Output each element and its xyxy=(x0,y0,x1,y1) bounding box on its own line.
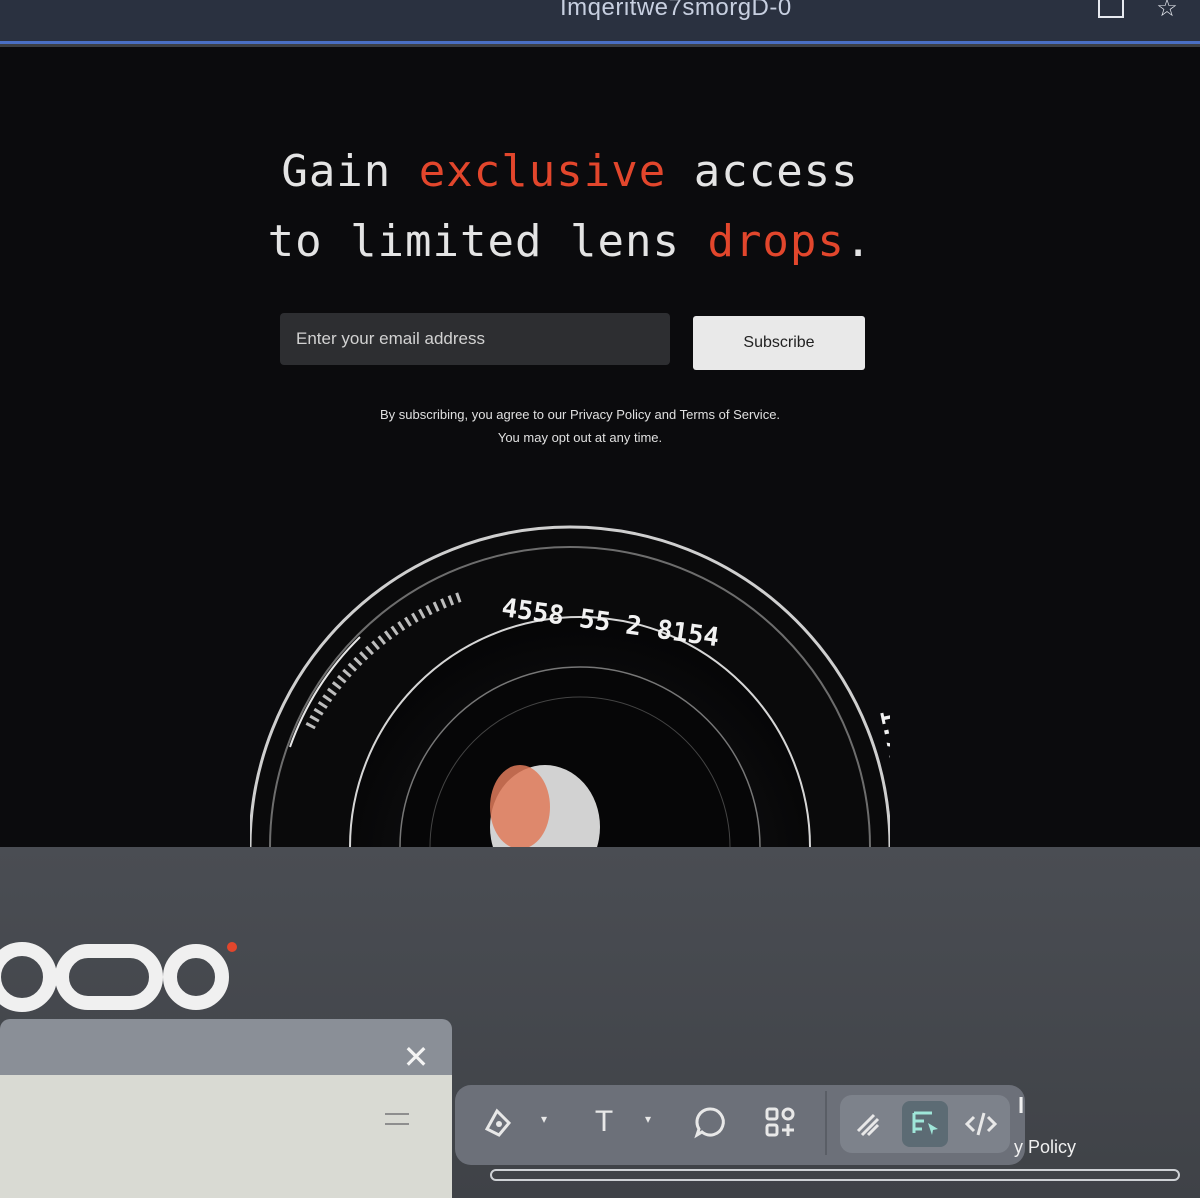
inspect-icon[interactable] xyxy=(902,1101,948,1147)
tab-icon[interactable] xyxy=(1098,0,1124,18)
headline-period: . xyxy=(844,216,873,267)
drag-handle-icon[interactable] xyxy=(385,1113,409,1125)
headline-accent-word: exclusive xyxy=(418,146,667,197)
star-icon[interactable]: ☆ xyxy=(1152,0,1182,22)
terms-of-service-link[interactable]: Terms of Service. xyxy=(680,407,780,422)
mode-switcher xyxy=(840,1095,1010,1153)
legal-text: and xyxy=(650,407,680,422)
subscribe-button[interactable]: Subscribe xyxy=(693,316,865,370)
browser-toolbar: Imqeritwe7smorgD-0 ☆ xyxy=(0,0,1200,44)
draw-icon[interactable] xyxy=(846,1101,892,1147)
modal-dialog: ✕ xyxy=(0,1019,452,1198)
headline-accent-word: drops xyxy=(707,216,845,267)
app-logo xyxy=(0,942,237,1012)
email-input[interactable] xyxy=(280,313,670,365)
legal-text: By subscribing, you agree to our xyxy=(379,407,571,422)
lens-reflection-warm xyxy=(490,765,550,847)
pen-tool-icon[interactable] xyxy=(475,1099,521,1145)
headline-word: Gain xyxy=(281,146,392,197)
address-bar[interactable]: Imqeritwe7smorgD-0 xyxy=(560,0,792,22)
design-toolbar: ▾ T ▾ xyxy=(455,1085,1025,1165)
headline-word: access xyxy=(693,146,859,197)
code-icon[interactable] xyxy=(958,1101,1004,1147)
chevron-down-icon[interactable]: ▾ xyxy=(641,1109,655,1129)
add-component-icon[interactable] xyxy=(757,1099,803,1145)
toolbar-divider xyxy=(825,1091,827,1155)
headline-word: to limited lens xyxy=(267,216,680,267)
comment-icon[interactable] xyxy=(687,1099,733,1145)
hero-headline: Gain exclusive access to limited lens dr… xyxy=(240,137,900,277)
close-icon[interactable]: ✕ xyxy=(400,1041,432,1073)
privacy-policy-fragment[interactable]: y Policy xyxy=(1014,1137,1076,1158)
panel-heading-fragment: l xyxy=(1018,1093,1025,1118)
text-tool-icon[interactable]: T xyxy=(581,1099,627,1145)
editor-workspace: ✕ ▾ T ▾ l y Policy xyxy=(0,847,1200,1198)
legal-notice: By subscribing, you agree to our Privacy… xyxy=(300,403,860,449)
dialog-content xyxy=(0,1075,452,1198)
chevron-down-icon[interactable]: ▾ xyxy=(537,1109,551,1129)
signup-form: Subscribe xyxy=(280,311,870,371)
opt-out-text: You may opt out at any time. xyxy=(497,430,663,445)
landing-page: Gain exclusive access to limited lens dr… xyxy=(0,47,1200,847)
horizontal-scrollbar[interactable] xyxy=(490,1169,1180,1181)
privacy-policy-link[interactable]: Privacy Policy xyxy=(570,407,651,422)
camera-lens-image: 4558 55 2 8154 1.71 2.8 1.0:00 xyxy=(250,525,890,847)
